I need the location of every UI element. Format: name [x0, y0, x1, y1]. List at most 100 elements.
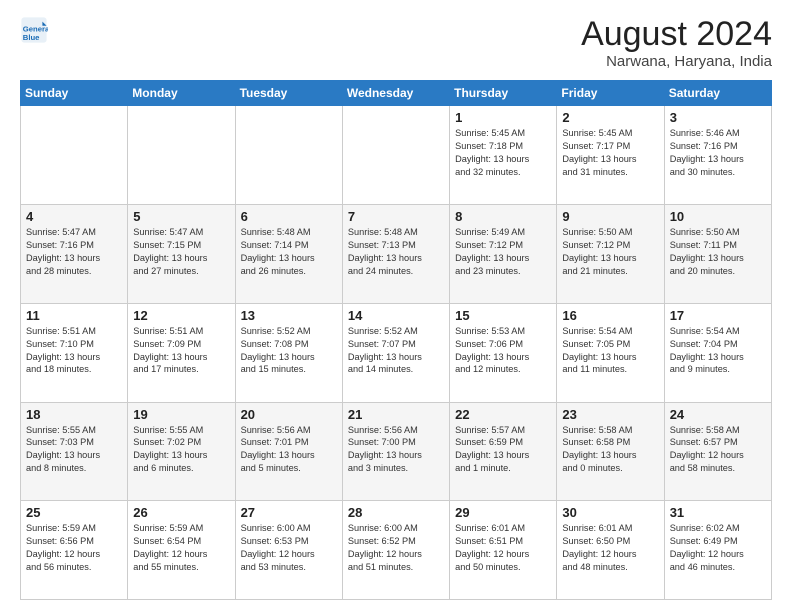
header: General Blue General Blue August 2024 Na… [20, 16, 772, 70]
calendar-cell: 18Sunrise: 5:55 AM Sunset: 7:03 PM Dayli… [21, 402, 128, 501]
day-number: 14 [348, 308, 444, 323]
calendar-cell: 29 Sunrise: 6:01 AM Sunset: 6:51 PM Dayli… [450, 501, 557, 600]
calendar-week-4: 25 Sunrise: 5:59 AM Sunset: 6:56 PM Dayli… [21, 501, 772, 600]
day-number: 18 [26, 407, 122, 422]
day-number: 23 [562, 407, 658, 422]
day-info: Sunrise: 5:59 AM Sunset: 6:56 PM Dayligh… [26, 522, 122, 574]
calendar-header-row: Sunday Monday Tuesday Wednesday Thursday… [21, 81, 772, 106]
day-number: 3 [670, 110, 766, 125]
calendar-cell: 20 Sunrise: 5:56 AM Sunset: 7:01 PM Dayli… [235, 402, 342, 501]
day-info: Sunrise: 5:45 AM Sunset: 7:17 PM Dayligh… [562, 127, 658, 179]
day-info: Sunrise: 5:51 AM Sunset: 7:09 PM Dayligh… [133, 325, 229, 377]
day-info: Sunrise: 6:02 AM Sunset: 6:49 PM Dayligh… [670, 522, 766, 574]
calendar-cell [342, 106, 449, 205]
day-number: 27 [241, 505, 337, 520]
day-info: Sunrise: 5:46 AM Sunset: 7:16 PM Dayligh… [670, 127, 766, 179]
subtitle: Narwana, Haryana, India [581, 53, 772, 70]
day-number: 12 [133, 308, 229, 323]
day-info: Sunrise: 5:52 AM Sunset: 7:08 PM Dayligh… [241, 325, 337, 377]
day-number: 7 [348, 209, 444, 224]
day-number: 30 [562, 505, 658, 520]
calendar-cell: 28 Sunrise: 6:00 AM Sunset: 6:52 PM Dayli… [342, 501, 449, 600]
day-info: Sunrise: 6:00 AM Sunset: 6:53 PM Dayligh… [241, 522, 337, 574]
day-info: Sunrise: 5:57 AM Sunset: 6:59 PM Dayligh… [455, 424, 551, 476]
title-block: August 2024 Narwana, Haryana, India [581, 16, 772, 70]
calendar-cell: 6 Sunrise: 5:48 AM Sunset: 7:14 PM Daylig… [235, 205, 342, 304]
day-number: 9 [562, 209, 658, 224]
calendar-cell: 23 Sunrise: 5:58 AM Sunset: 6:58 PM Dayli… [557, 402, 664, 501]
calendar-cell: 25 Sunrise: 5:59 AM Sunset: 6:56 PM Dayli… [21, 501, 128, 600]
calendar-cell: 31 Sunrise: 6:02 AM Sunset: 6:49 PM Dayli… [664, 501, 771, 600]
col-friday: Friday [557, 81, 664, 106]
logo-icon: General Blue [20, 16, 48, 44]
calendar-cell: 14 Sunrise: 5:52 AM Sunset: 7:07 PM Dayli… [342, 303, 449, 402]
calendar-cell: 2 Sunrise: 5:45 AM Sunset: 7:17 PM Daylig… [557, 106, 664, 205]
svg-text:Blue: Blue [23, 33, 40, 42]
calendar-cell: 1Sunrise: 5:45 AM Sunset: 7:18 PM Daylig… [450, 106, 557, 205]
day-info: Sunrise: 5:52 AM Sunset: 7:07 PM Dayligh… [348, 325, 444, 377]
day-number: 6 [241, 209, 337, 224]
day-info: Sunrise: 5:58 AM Sunset: 6:57 PM Dayligh… [670, 424, 766, 476]
calendar-cell: 7 Sunrise: 5:48 AM Sunset: 7:13 PM Daylig… [342, 205, 449, 304]
day-number: 1 [455, 110, 551, 125]
calendar-cell: 10 Sunrise: 5:50 AM Sunset: 7:11 PM Dayli… [664, 205, 771, 304]
day-number: 13 [241, 308, 337, 323]
calendar-cell: 19 Sunrise: 5:55 AM Sunset: 7:02 PM Dayli… [128, 402, 235, 501]
day-info: Sunrise: 5:47 AM Sunset: 7:16 PM Dayligh… [26, 226, 122, 278]
day-info: Sunrise: 5:59 AM Sunset: 6:54 PM Dayligh… [133, 522, 229, 574]
calendar-cell: 8 Sunrise: 5:49 AM Sunset: 7:12 PM Daylig… [450, 205, 557, 304]
day-number: 20 [241, 407, 337, 422]
calendar-week-2: 11 Sunrise: 5:51 AM Sunset: 7:10 PM Dayli… [21, 303, 772, 402]
day-number: 28 [348, 505, 444, 520]
day-number: 25 [26, 505, 122, 520]
col-sunday: Sunday [21, 81, 128, 106]
day-info: Sunrise: 5:54 AM Sunset: 7:04 PM Dayligh… [670, 325, 766, 377]
day-info: Sunrise: 5:54 AM Sunset: 7:05 PM Dayligh… [562, 325, 658, 377]
calendar-cell [235, 106, 342, 205]
day-info: Sunrise: 6:01 AM Sunset: 6:51 PM Dayligh… [455, 522, 551, 574]
calendar-week-3: 18Sunrise: 5:55 AM Sunset: 7:03 PM Dayli… [21, 402, 772, 501]
calendar-cell: 13 Sunrise: 5:52 AM Sunset: 7:08 PM Dayli… [235, 303, 342, 402]
day-info: Sunrise: 6:00 AM Sunset: 6:52 PM Dayligh… [348, 522, 444, 574]
day-number: 26 [133, 505, 229, 520]
calendar-cell: 17Sunrise: 5:54 AM Sunset: 7:04 PM Dayli… [664, 303, 771, 402]
day-info: Sunrise: 5:49 AM Sunset: 7:12 PM Dayligh… [455, 226, 551, 278]
day-number: 5 [133, 209, 229, 224]
day-info: Sunrise: 5:51 AM Sunset: 7:10 PM Dayligh… [26, 325, 122, 377]
day-info: Sunrise: 5:55 AM Sunset: 7:02 PM Dayligh… [133, 424, 229, 476]
day-number: 4 [26, 209, 122, 224]
day-number: 8 [455, 209, 551, 224]
day-info: Sunrise: 6:01 AM Sunset: 6:50 PM Dayligh… [562, 522, 658, 574]
day-info: Sunrise: 5:50 AM Sunset: 7:12 PM Dayligh… [562, 226, 658, 278]
day-number: 2 [562, 110, 658, 125]
day-info: Sunrise: 5:48 AM Sunset: 7:13 PM Dayligh… [348, 226, 444, 278]
calendar-cell: 4 Sunrise: 5:47 AM Sunset: 7:16 PM Daylig… [21, 205, 128, 304]
calendar-cell: 16Sunrise: 5:54 AM Sunset: 7:05 PM Dayli… [557, 303, 664, 402]
calendar-cell: 26 Sunrise: 5:59 AM Sunset: 6:54 PM Dayli… [128, 501, 235, 600]
calendar-cell: 24Sunrise: 5:58 AM Sunset: 6:57 PM Dayli… [664, 402, 771, 501]
logo: General Blue General Blue [20, 16, 48, 44]
calendar-cell: 9 Sunrise: 5:50 AM Sunset: 7:12 PM Daylig… [557, 205, 664, 304]
day-number: 10 [670, 209, 766, 224]
col-wednesday: Wednesday [342, 81, 449, 106]
calendar-week-0: 1Sunrise: 5:45 AM Sunset: 7:18 PM Daylig… [21, 106, 772, 205]
day-info: Sunrise: 5:50 AM Sunset: 7:11 PM Dayligh… [670, 226, 766, 278]
day-number: 31 [670, 505, 766, 520]
day-number: 19 [133, 407, 229, 422]
day-info: Sunrise: 5:58 AM Sunset: 6:58 PM Dayligh… [562, 424, 658, 476]
day-info: Sunrise: 5:48 AM Sunset: 7:14 PM Dayligh… [241, 226, 337, 278]
calendar-cell: 21Sunrise: 5:56 AM Sunset: 7:00 PM Dayli… [342, 402, 449, 501]
day-number: 21 [348, 407, 444, 422]
calendar-table: Sunday Monday Tuesday Wednesday Thursday… [20, 80, 772, 600]
day-number: 29 [455, 505, 551, 520]
col-tuesday: Tuesday [235, 81, 342, 106]
calendar-cell: 27 Sunrise: 6:00 AM Sunset: 6:53 PM Dayli… [235, 501, 342, 600]
calendar-week-1: 4 Sunrise: 5:47 AM Sunset: 7:16 PM Daylig… [21, 205, 772, 304]
day-number: 11 [26, 308, 122, 323]
calendar-cell: 3 Sunrise: 5:46 AM Sunset: 7:16 PM Daylig… [664, 106, 771, 205]
page: General Blue General Blue August 2024 Na… [0, 0, 792, 612]
day-info: Sunrise: 5:56 AM Sunset: 7:01 PM Dayligh… [241, 424, 337, 476]
col-thursday: Thursday [450, 81, 557, 106]
day-info: Sunrise: 5:53 AM Sunset: 7:06 PM Dayligh… [455, 325, 551, 377]
day-number: 22 [455, 407, 551, 422]
